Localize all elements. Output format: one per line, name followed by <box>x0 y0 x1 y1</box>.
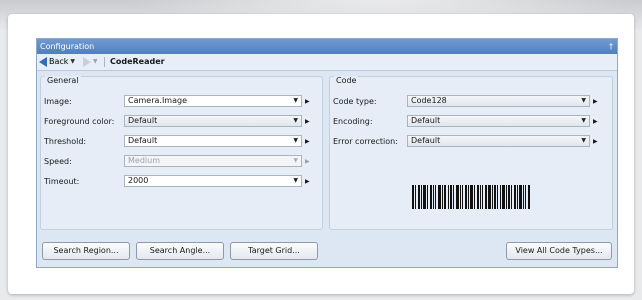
image-value: Camera.Image <box>128 96 187 105</box>
encoding-value: Default <box>411 116 441 125</box>
foreground-color-expand-icon[interactable]: ▶ <box>305 118 310 125</box>
code-type-label: Code type: <box>333 97 377 106</box>
search-region-button[interactable]: Search Region... <box>42 242 130 260</box>
threshold-label: Threshold: <box>44 137 87 146</box>
navigation-toolbar: Back ▼ ▼ CodeReader <box>37 54 617 71</box>
back-button[interactable]: Back ▼ <box>39 54 75 70</box>
threshold-value: Default <box>128 136 158 145</box>
image-select[interactable]: Camera.Image ▼ <box>124 95 302 107</box>
code-type-value: Code128 <box>411 96 447 105</box>
speed-value: Medium <box>128 156 160 165</box>
back-arrow-icon <box>39 57 47 67</box>
speed-select: Medium ▼ <box>124 155 302 167</box>
chevron-down-icon: ▼ <box>293 157 298 164</box>
timeout-expand-icon[interactable]: ▶ <box>305 178 310 185</box>
foreground-color-label: Foreground color: <box>44 117 115 126</box>
timeout-label: Timeout: <box>44 177 80 186</box>
encoding-expand-icon[interactable]: ▶ <box>593 118 598 125</box>
foreground-color-select[interactable]: Default ▼ <box>124 115 302 127</box>
configuration-panel: Configuration † Back ▼ ▼ CodeReader Gene… <box>36 38 618 268</box>
back-label: Back <box>49 57 69 66</box>
code-type-expand-icon[interactable]: ▶ <box>593 98 598 105</box>
search-angle-button[interactable]: Search Angle... <box>136 242 224 260</box>
target-grid-button[interactable]: Target Grid... <box>230 242 318 260</box>
chevron-down-icon: ▼ <box>293 137 298 144</box>
threshold-expand-icon[interactable]: ▶ <box>305 138 310 145</box>
chevron-down-icon: ▼ <box>581 97 586 104</box>
code-group-title: Code <box>334 76 359 85</box>
timeout-select[interactable]: 2000 ▼ <box>124 175 302 187</box>
chevron-down-icon: ▼ <box>581 117 586 124</box>
error-correction-label: Error correction: <box>333 137 398 146</box>
image-expand-icon[interactable]: ▶ <box>305 98 310 105</box>
view-all-code-types-button[interactable]: View All Code Types... <box>506 242 612 260</box>
timeout-value: 2000 <box>128 176 149 185</box>
error-correction-value: Default <box>411 136 441 145</box>
speed-expand-icon: ▶ <box>305 158 310 165</box>
general-group-title: General <box>45 76 81 85</box>
speed-label: Speed: <box>44 157 72 166</box>
general-group: General Image: Camera.Image ▼ ▶ Foregrou… <box>40 76 323 230</box>
encoding-label: Encoding: <box>333 117 373 126</box>
pin-icon[interactable]: † <box>609 39 613 54</box>
barcode-preview <box>412 185 530 209</box>
forward-button[interactable]: ▼ <box>83 54 98 70</box>
chevron-down-icon: ▼ <box>581 137 586 144</box>
forward-dropdown-icon[interactable]: ▼ <box>91 54 98 70</box>
chevron-down-icon: ▼ <box>293 117 298 124</box>
panel-title: Configuration <box>40 42 95 51</box>
foreground-color-value: Default <box>128 116 158 125</box>
panel-titlebar: Configuration † <box>37 39 617 54</box>
breadcrumb: CodeReader <box>110 57 165 66</box>
error-correction-select[interactable]: Default ▼ <box>407 135 590 147</box>
forward-arrow-icon <box>83 57 91 67</box>
toolbar-separator <box>104 57 105 67</box>
code-type-select[interactable]: Code128 ▼ <box>407 95 590 107</box>
chevron-down-icon: ▼ <box>293 97 298 104</box>
error-correction-expand-icon[interactable]: ▶ <box>593 138 598 145</box>
image-label: Image: <box>44 97 72 106</box>
chevron-down-icon: ▼ <box>293 177 298 184</box>
encoding-select[interactable]: Default ▼ <box>407 115 590 127</box>
threshold-select[interactable]: Default ▼ <box>124 135 302 147</box>
back-dropdown-icon[interactable]: ▼ <box>70 54 75 70</box>
